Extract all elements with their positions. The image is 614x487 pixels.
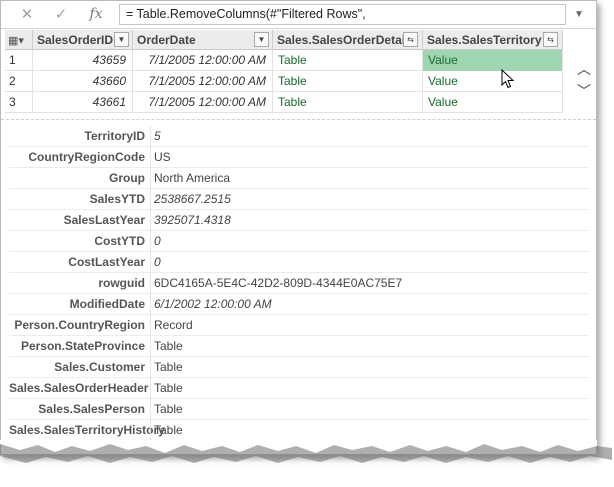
filter-dropdown-icon[interactable]: ▼ — [254, 32, 269, 47]
record-field: CountryRegionCode US — [9, 147, 589, 168]
cell-salesorderdetail-link[interactable]: Table — [273, 92, 423, 113]
query-editor-window: ✕ ✓ fx = Table.RemoveColumns(#"Filtered … — [0, 0, 597, 455]
filter-dropdown-icon[interactable]: ▼ — [114, 32, 129, 47]
field-label: Person.CountryRegion — [14, 318, 145, 332]
column-header-salesterritory[interactable]: Sales.SalesTerritory ⇆ — [423, 30, 563, 50]
field-label: Sales.SalesPerson — [38, 402, 145, 416]
record-field: SalesLastYear 3925071.4318 — [9, 210, 589, 231]
table-row[interactable]: 1 43659 7/1/2005 12:00:00 AM Table Value — [5, 50, 563, 71]
expand-column-icon[interactable]: ⇆ — [403, 32, 418, 47]
scroll-down-icon[interactable]: ﹀ — [574, 81, 594, 103]
column-header-salesorderid[interactable]: SalesOrderID ▼ — [33, 30, 133, 50]
field-label: CostLastYear — [68, 255, 145, 269]
mouse-pointer-icon — [501, 69, 515, 89]
record-field: SalesYTD 2538667.2515 — [9, 189, 589, 210]
cell-salesterritory-link[interactable]: Value — [423, 71, 563, 92]
commit-formula-button[interactable]: ✓ — [45, 1, 77, 28]
formula-input[interactable]: = Table.RemoveColumns(#"Filtered Rows", — [119, 4, 566, 25]
field-label: SalesYTD — [89, 192, 145, 206]
field-value: Table — [150, 357, 183, 378]
column-header-salesorderdetail[interactable]: Sales.SalesOrderDetail ⇆ — [273, 30, 423, 50]
record-field: Sales.Customer Table — [9, 357, 589, 378]
field-value: 3925071.4318 — [150, 210, 231, 231]
cell-orderdate[interactable]: 7/1/2005 12:00:00 AM — [133, 50, 273, 71]
row-number: 3 — [5, 92, 33, 113]
torn-edge-decoration — [0, 440, 612, 463]
expand-formula-button[interactable]: ▼ — [569, 1, 589, 28]
header-row: ▦▾ SalesOrderID ▼ OrderDate ▼ Sales.Sale… — [5, 30, 563, 50]
cell-salesorderdetail-link[interactable]: Table — [273, 50, 423, 71]
cancel-formula-button[interactable]: ✕ — [11, 1, 43, 28]
field-value: North America — [150, 168, 230, 189]
column-header-label: Sales.SalesTerritory — [427, 33, 542, 47]
cell-salesterritory-link[interactable]: Value — [423, 92, 563, 113]
record-field: CostYTD 0 — [9, 231, 589, 252]
field-value: 5 — [150, 126, 161, 147]
expand-column-icon[interactable]: ⇆ — [543, 32, 558, 47]
field-label: rowguid — [98, 276, 145, 290]
field-label: Sales.SalesTerritoryHistory — [9, 423, 165, 437]
record-field: Sales.SalesPerson Table — [9, 399, 589, 420]
field-label: SalesLastYear — [63, 213, 145, 227]
cell-orderdate[interactable]: 7/1/2005 12:00:00 AM — [133, 92, 273, 113]
field-label: CostYTD — [94, 234, 145, 248]
table-row[interactable]: 3 43661 7/1/2005 12:00:00 AM Table Value — [5, 92, 563, 113]
record-field: ModifiedDate 6/1/2002 12:00:00 AM — [9, 294, 589, 315]
check-icon: ✓ — [54, 6, 68, 23]
close-icon: ✕ — [20, 6, 34, 23]
field-label: CountryRegionCode — [28, 150, 145, 164]
field-value: 2538667.2515 — [150, 189, 231, 210]
formula-bar: ✕ ✓ fx = Table.RemoveColumns(#"Filtered … — [1, 1, 596, 29]
row-number: 1 — [5, 50, 33, 71]
cell-salesorderdetail-link[interactable]: Table — [273, 71, 423, 92]
field-value: 0 — [150, 231, 161, 252]
record-field: Person.StateProvince Table — [9, 336, 589, 357]
field-value: Record — [150, 315, 193, 336]
field-value: Table — [150, 378, 183, 399]
field-value: 6DC4165A-5E4C-42D2-809D-4344E0AC75E7 — [150, 273, 402, 294]
fx-icon: fx — [89, 6, 103, 22]
field-value: Table — [150, 336, 183, 357]
field-label: Sales.SalesOrderHeader — [9, 381, 149, 395]
field-value: Table — [150, 420, 183, 441]
cell-salesterritory-link[interactable]: Value — [423, 50, 563, 71]
field-label: TerritoryID — [84, 129, 145, 143]
field-value: 6/1/2002 12:00:00 AM — [150, 294, 272, 315]
column-header-label: SalesOrderID — [37, 33, 114, 47]
row-number: 2 — [5, 71, 33, 92]
record-field: rowguid 6DC4165A-5E4C-42D2-809D-4344E0AC… — [9, 273, 589, 294]
record-field: CostLastYear 0 — [9, 252, 589, 273]
scroll-up-icon[interactable]: ︿ — [574, 59, 594, 81]
field-value: Table — [150, 399, 183, 420]
cell-salesorderid[interactable]: 43660 — [33, 71, 133, 92]
field-label: Sales.Customer — [54, 360, 145, 374]
record-field: Sales.SalesTerritoryHistory Table — [9, 420, 589, 441]
field-label: Person.StateProvince — [20, 339, 145, 353]
cell-salesorderid[interactable]: 43661 — [33, 92, 133, 113]
field-value: 0 — [150, 252, 161, 273]
grid-scroll-arrows: ︿ ﹀ — [574, 59, 594, 103]
column-header-orderdate[interactable]: OrderDate ▼ — [133, 30, 273, 50]
column-header-label: Sales.SalesOrderDetail — [277, 33, 409, 47]
table-row[interactable]: 2 43660 7/1/2005 12:00:00 AM Table Value — [5, 71, 563, 92]
record-field: Group North America — [9, 168, 589, 189]
table-icon: ▦▾ — [8, 35, 24, 47]
cell-orderdate[interactable]: 7/1/2005 12:00:00 AM — [133, 71, 273, 92]
field-label: Group — [109, 171, 145, 185]
column-header-label: OrderDate — [137, 33, 196, 47]
field-label: ModifiedDate — [69, 297, 145, 311]
cell-salesorderid[interactable]: 43659 — [33, 50, 133, 71]
divider — [1, 119, 596, 120]
field-value: US — [150, 147, 171, 168]
record-field: TerritoryID 5 — [9, 126, 589, 147]
table-options-button[interactable]: ▦▾ — [5, 30, 33, 50]
record-field: Sales.SalesOrderHeader Table — [9, 378, 589, 399]
chevron-down-icon: ▼ — [574, 9, 584, 20]
record-field: Person.CountryRegion Record — [9, 315, 589, 336]
